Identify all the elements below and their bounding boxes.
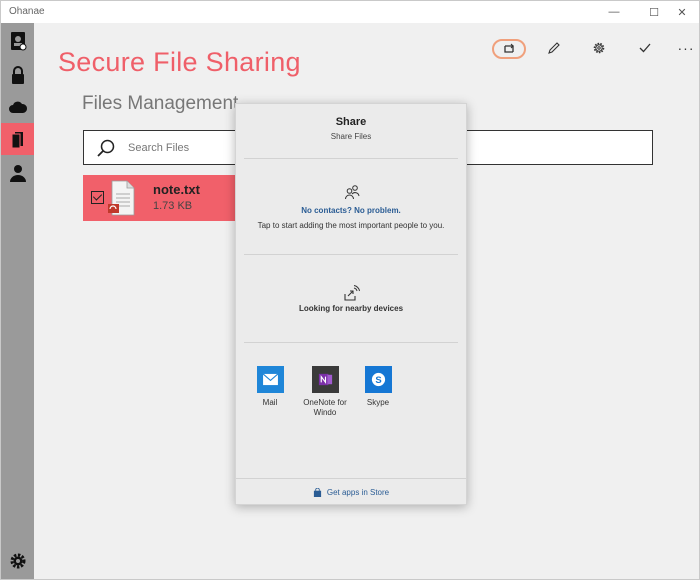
file-checkbox[interactable]	[91, 191, 104, 204]
more-icon: ···	[677, 40, 695, 56]
share-icon	[504, 43, 514, 53]
user-badge-icon	[10, 32, 26, 51]
divider	[244, 158, 458, 159]
pencil-icon	[548, 42, 560, 54]
gear-icon	[593, 42, 605, 54]
sidebar-item-security[interactable]	[1, 59, 34, 91]
document-icon	[11, 132, 23, 149]
get-apps-in-store-link[interactable]: Get apps in Store	[236, 488, 466, 497]
onenote-icon	[311, 366, 339, 393]
share-target-onenote[interactable]: OneNote for Windo	[302, 366, 348, 418]
mail-icon	[256, 366, 284, 393]
share-flyout: Share Share Files No contacts? No proble…	[235, 103, 467, 505]
share-target-mail[interactable]: Mail	[247, 366, 293, 408]
app-window: Ohanae — ☐ ✕ Secure File Sharing Files M…	[0, 0, 700, 580]
share-button[interactable]	[492, 39, 526, 59]
confirm-button[interactable]	[629, 37, 661, 59]
sidebar-settings[interactable]	[1, 545, 34, 577]
share-title: Share	[335, 116, 367, 128]
sidebar-item-profile[interactable]	[1, 25, 34, 57]
minimize-button[interactable]: —	[597, 1, 631, 23]
edit-button[interactable]	[538, 37, 570, 59]
divider	[236, 478, 466, 479]
sidebar-item-users[interactable]	[1, 157, 34, 189]
nearby-share-icon	[344, 285, 360, 301]
divider	[244, 342, 458, 343]
contacts-hint: Tap to start adding the most important p…	[257, 221, 445, 230]
svg-text:S: S	[375, 375, 381, 386]
divider	[244, 254, 458, 255]
skype-icon: S	[364, 366, 392, 393]
sidebar	[1, 23, 34, 579]
share-target-skype[interactable]: S Skype	[355, 366, 401, 408]
gear-icon	[10, 553, 25, 569]
nearby-devices-status: Looking for nearby devices	[298, 304, 404, 313]
more-button[interactable]: ···	[670, 37, 700, 59]
close-button[interactable]: ✕	[665, 1, 699, 23]
title-bar: Ohanae — ☐ ✕	[1, 1, 699, 23]
store-link-label: Get apps in Store	[326, 488, 390, 497]
share-target-label: Skype	[366, 398, 390, 407]
text-file-icon	[108, 180, 135, 216]
person-icon	[9, 165, 26, 182]
window-title: Ohanae	[9, 6, 45, 17]
share-target-label: OneNote for Windo	[303, 398, 347, 417]
settings-button[interactable]	[583, 37, 615, 59]
sidebar-item-cloud[interactable]	[1, 91, 34, 123]
contacts-icon	[345, 185, 360, 200]
cloud-icon	[8, 101, 27, 113]
sidebar-item-files[interactable]	[1, 123, 34, 155]
file-size: 1.73 KB	[153, 200, 193, 212]
share-subtitle: Share Files	[330, 132, 372, 141]
lock-icon	[11, 66, 24, 84]
file-name: note.txt	[153, 182, 200, 197]
checkmark-icon	[639, 43, 651, 53]
store-bag-icon	[313, 488, 321, 497]
share-target-label: Mail	[262, 398, 278, 407]
search-icon	[97, 139, 115, 157]
section-title: Files Management	[82, 93, 239, 114]
page-title: Secure File Sharing	[58, 47, 301, 77]
add-contacts-link[interactable]: No contacts? No problem.	[236, 206, 466, 215]
